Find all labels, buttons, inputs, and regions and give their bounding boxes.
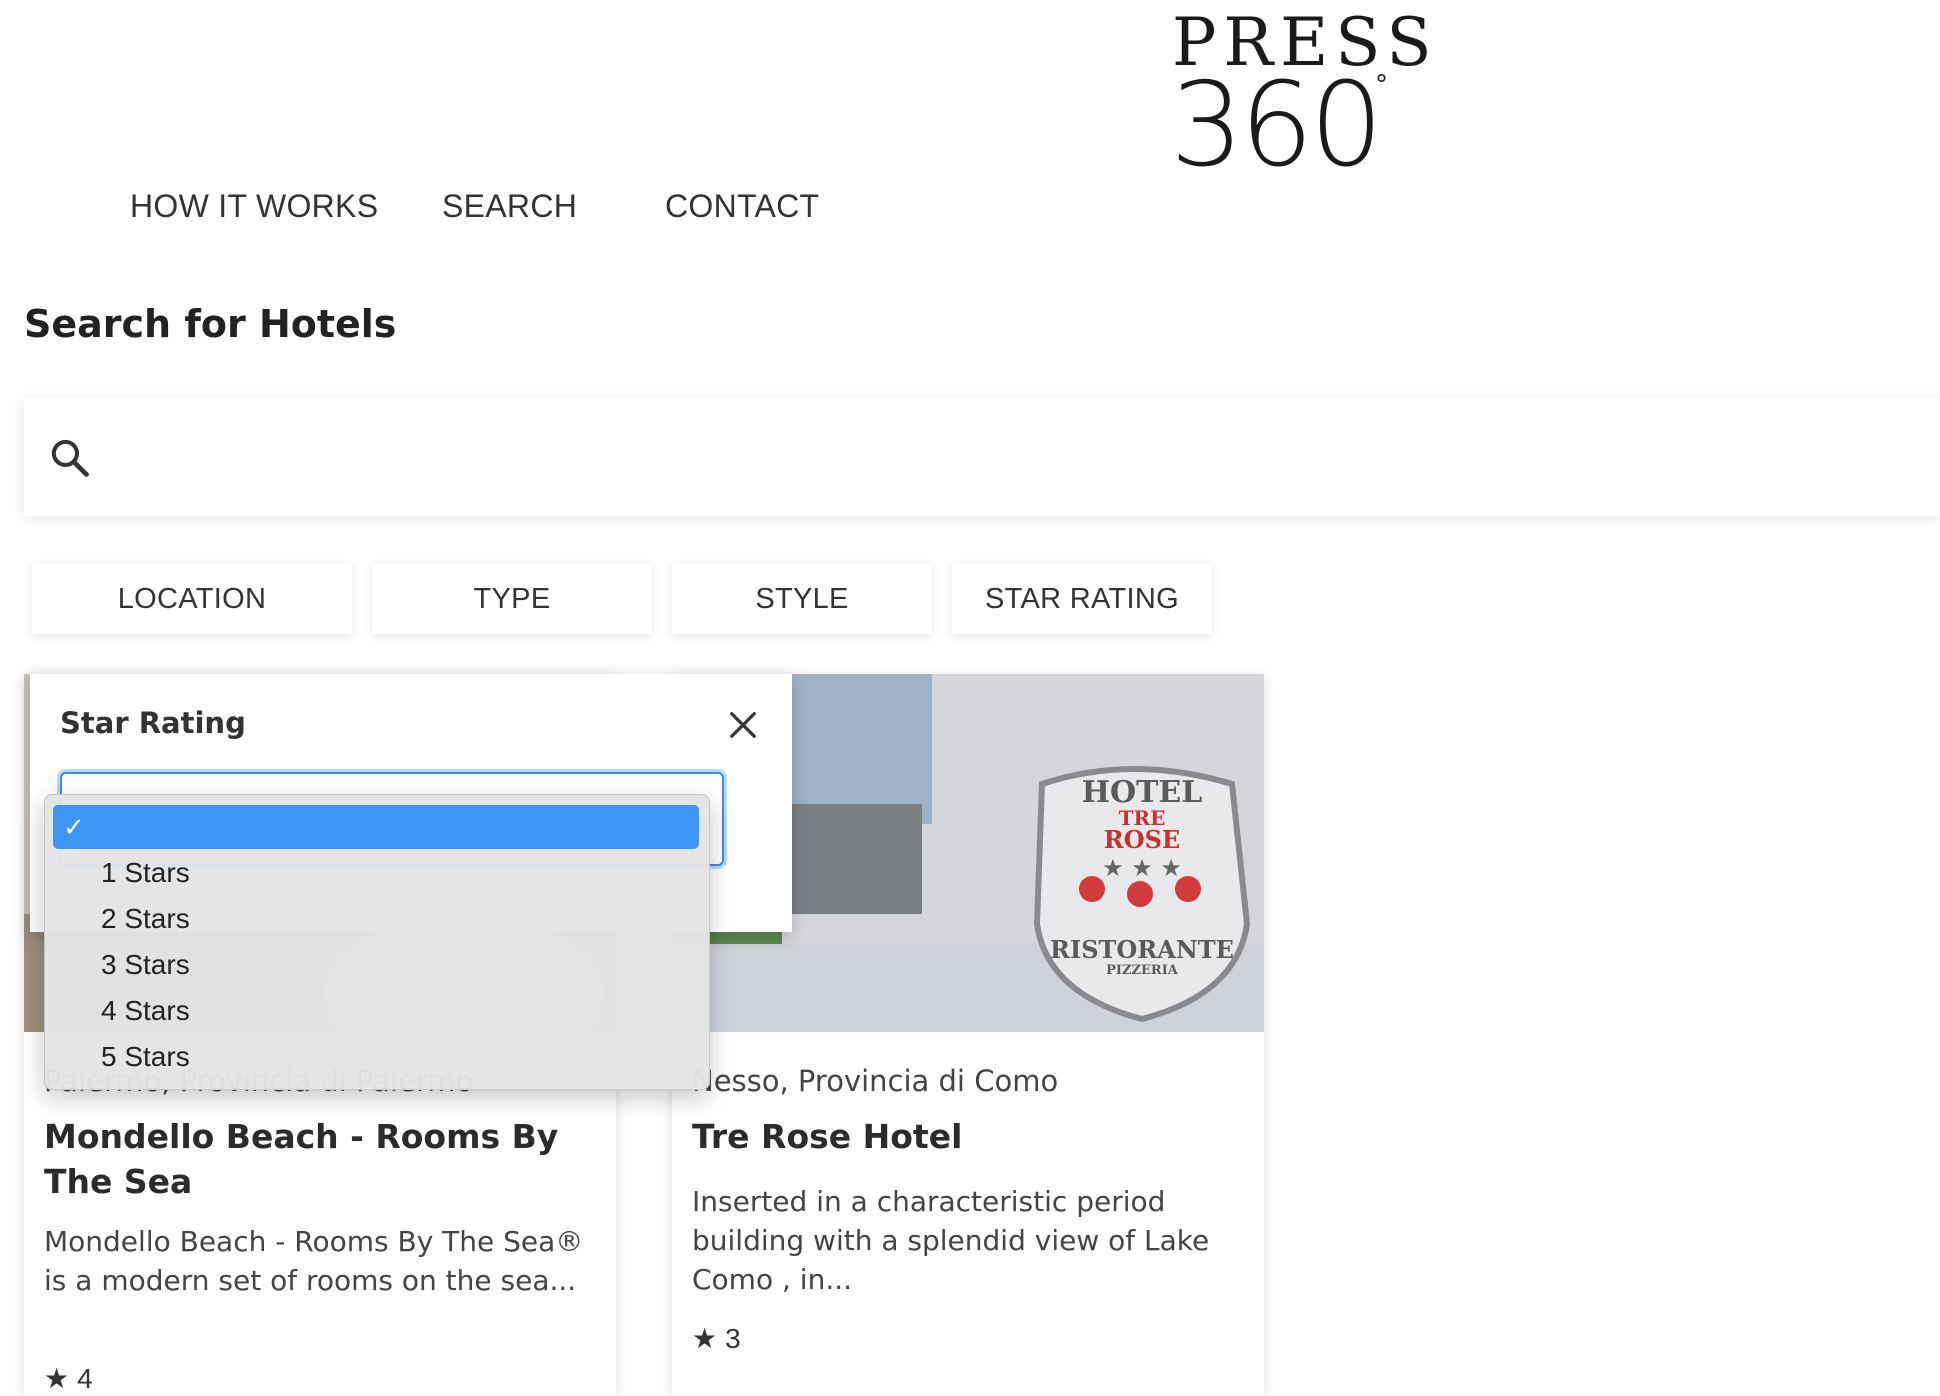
close-icon[interactable] [728,710,758,740]
hotel-name[interactable]: Tre Rose Hotel [692,1114,1232,1159]
search-icon [51,439,89,477]
rating-value: 4 [77,1363,93,1394]
hotel-description: Inserted in a characteristic period buil… [692,1185,1210,1296]
nav-contact[interactable]: CONTACT [665,188,819,225]
dropdown-option-2-stars[interactable]: 2 Stars [53,897,699,941]
filter-type-button[interactable]: TYPE [372,564,652,634]
hotel-rating: ★ 3 [692,1322,741,1355]
dropdown-option-4-stars[interactable]: 4 Stars [53,989,699,1033]
logo-degree: ° [1375,70,1388,100]
popover-title: Star Rating [60,706,246,740]
star-icon: ★ [692,1323,718,1354]
sign-rose-text: ROSE [1103,825,1181,854]
sign-ristorante-text: RISTORANTE [1050,935,1234,964]
dropdown-option-1-stars[interactable]: 1 Stars [53,851,699,895]
star-icon: ★ [44,1363,70,1394]
filter-star-rating-button[interactable]: STAR RATING [952,564,1212,634]
dropdown-option-empty[interactable]: ✓ [53,805,699,849]
logo-text-360: 360 [1170,58,1383,193]
hotel-description: Mondello Beach - Rooms By The Sea® is a … [44,1225,584,1297]
hotel-rating: ★ 4 [44,1362,93,1395]
hotel-name[interactable]: Mondello Beach - Rooms By The Sea [44,1114,584,1204]
dropdown-option-3-stars[interactable]: 3 Stars [53,943,699,987]
nav-search[interactable]: SEARCH [442,188,577,225]
search-input[interactable] [120,418,1904,496]
star-rating-dropdown: ✓ 1 Stars 2 Stars 3 Stars 4 Stars 5 Star… [44,794,710,1090]
check-icon: ✓ [63,812,85,842]
search-bar [24,398,1940,516]
nav-how-it-works[interactable]: HOW IT WORKS [130,188,378,225]
sign-pizzeria-text: PIZZERIA [1106,963,1178,978]
sign-hotel-text: HOTEL [1081,775,1203,810]
page-title: Search for Hotels [24,302,397,346]
rating-value: 3 [725,1323,741,1354]
hotel-sign: HOTEL TRE ROSE ★ ★ ★ RISTORANTE PIZZERIA [1037,775,1247,978]
dropdown-option-5-stars[interactable]: 5 Stars [53,1035,699,1079]
hotel-location: Nesso, Provincia di Como [692,1064,1059,1098]
filter-location-button[interactable]: LOCATION [32,564,352,634]
sign-stars: ★ ★ ★ [1102,854,1182,882]
filter-style-button[interactable]: STYLE [672,564,932,634]
